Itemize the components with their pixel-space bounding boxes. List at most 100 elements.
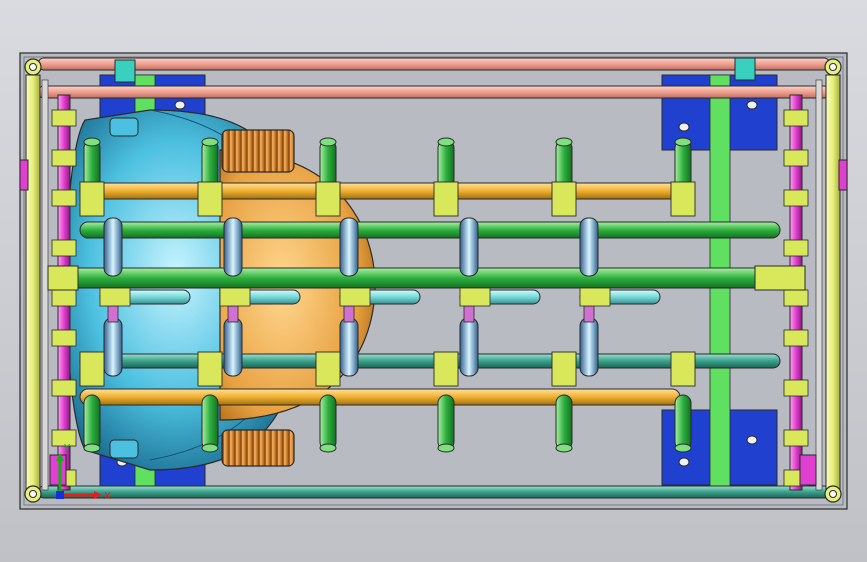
frame-post-left-rod [41,79,49,491]
cad-viewport[interactable]: X Y [0,0,867,562]
mounting-hole-0 [174,100,186,110]
shaft-end-block-left [47,265,79,291]
locating-pin-top-cap-3 [437,137,455,147]
frame-clamp-right-5 [783,329,809,347]
frame-clamp-right-4 [783,289,809,307]
frame-clamp-right-6 [783,379,809,397]
locating-pin-bottom-0 [83,394,101,451]
assembly-top-view[interactable]: X Y [0,0,867,562]
clamp-ring-upper-0 [103,217,123,277]
ring-link-4 [583,305,595,323]
pin-clamp-top-0 [79,181,105,217]
pin-clamp-top-3 [433,181,459,217]
spring-top [221,129,295,173]
locating-pin-top-cap-5 [674,137,692,147]
locating-pin-bottom-4 [555,394,573,451]
locating-pin-bottom-2 [319,394,337,451]
clamp-ring-upper-3 [459,217,479,277]
side-marker-right [838,159,848,191]
locating-pin-bottom-cap-5 [674,443,692,453]
pin-clamp-bottom-5 [670,351,696,387]
frame-clamp-left-6 [51,379,77,397]
clamp-ring-upper-2 [339,217,359,277]
frame-post-right-rod [815,79,823,491]
frame-clamp-left-1 [51,149,77,167]
cyan-tube-clamp-2 [339,287,371,307]
pin-clamp-bottom-3 [433,351,459,387]
locating-pin-bottom-3 [437,394,455,451]
clamp-ring-upper-1 [223,217,243,277]
ring-link-0 [107,305,119,323]
orange-bar-bottom [79,388,681,406]
rail-bracket-right [734,57,756,81]
frame-post-left-yellow [25,74,41,496]
corner-block-bottom-right [799,454,817,486]
mounting-hole-b-2 [678,457,690,467]
corner-pivot-pin-1 [829,63,837,71]
z-axis-marker [56,491,64,499]
frame-post-right-yellow [825,74,841,496]
top-rail-1 [37,57,831,71]
green-shaft-upper [79,221,781,239]
pin-clamp-top-2 [315,181,341,217]
locating-pin-top-cap-0 [83,137,101,147]
frame-clamp-left-3 [51,239,77,257]
clamp-ring-lower-1 [223,317,243,377]
top-rail-2 [37,85,831,99]
clamp-ring-lower-0 [103,317,123,377]
locating-pin-bottom-cap-3 [437,443,455,453]
mounting-hole-2 [746,435,758,445]
frame-clamp-left-0 [51,109,77,127]
green-shaft-main [59,267,801,289]
clamp-ring-upper-4 [579,217,599,277]
corner-pivot-pin-3 [829,490,837,498]
ring-link-1 [227,305,239,323]
frame-clamp-left-2 [51,189,77,207]
pin-clamp-top-4 [551,181,577,217]
ring-link-2 [343,305,355,323]
pin-clamp-bottom-1 [197,351,223,387]
corner-pivot-pin-0 [29,63,37,71]
x-axis-label: X [104,491,111,502]
frame-clamp-right-3 [783,239,809,257]
clamp-ring-lower-4 [579,317,599,377]
locating-pin-bottom-1 [201,394,219,451]
cyan-tube-clamp-4 [579,287,611,307]
cyan-tube-clamp-1 [219,287,251,307]
spring-bottom [221,429,295,467]
locating-pin-bottom-cap-2 [319,443,337,453]
locating-pin-bottom-5 [674,394,692,451]
mounting-hole-b-1 [678,122,690,132]
frame-clamp-left-4 [51,289,77,307]
frame-clamp-right-1 [783,149,809,167]
orange-bar-top [79,182,681,200]
locating-pin-top-cap-2 [319,137,337,147]
frame-clamp-right-0 [783,109,809,127]
locating-pin-bottom-cap-4 [555,443,573,453]
clamp-ring-lower-3 [459,317,479,377]
workpiece-lug-bottom [109,439,139,459]
pin-clamp-top-1 [197,181,223,217]
cyan-tube-clamp-0 [99,287,131,307]
shaft-end-block-right [754,265,806,291]
corner-pivot-pin-2 [29,490,37,498]
mounting-hole-1 [746,100,758,110]
pin-clamp-bottom-4 [551,351,577,387]
frame-clamp-right-7 [783,429,809,447]
locating-pin-top-cap-1 [201,137,219,147]
locating-pin-top-cap-4 [555,137,573,147]
locating-pin-bottom-cap-1 [201,443,219,453]
clamp-ring-lower-2 [339,317,359,377]
pin-clamp-top-5 [670,181,696,217]
locating-pin-bottom-cap-0 [83,443,101,453]
pin-clamp-bottom-0 [79,351,105,387]
bottom-rail [37,485,831,499]
side-marker-left [19,159,29,191]
y-axis-label: Y [63,443,71,454]
workpiece-lug-top [109,117,139,137]
frame-clamp-right-2 [783,189,809,207]
ring-link-3 [463,305,475,323]
frame-clamp-left-5 [51,329,77,347]
rail-bracket-left [114,59,136,83]
cyan-tube-clamp-3 [459,287,491,307]
